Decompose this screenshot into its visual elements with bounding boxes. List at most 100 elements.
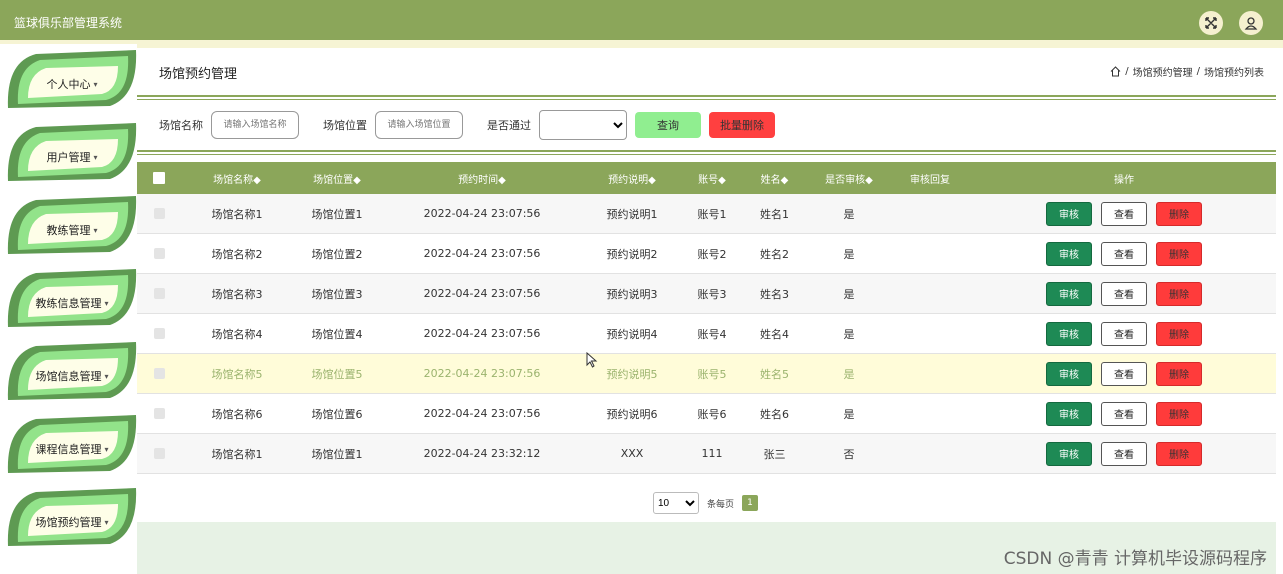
cell-account: 账号3 (697, 287, 727, 301)
cell-time: 2022-04-24 23:07:56 (423, 207, 541, 220)
name-search-input[interactable] (211, 111, 299, 139)
sidebar-item[interactable]: 个人中心 ▾ (6, 48, 137, 112)
cell-approved: 是 (843, 247, 855, 261)
view-button[interactable]: 查看 (1101, 361, 1147, 386)
row-checkbox[interactable] (153, 448, 165, 459)
sidebar-item[interactable]: 教练管理 ▾ (6, 194, 137, 258)
reservation-table: 场馆名称◆ 场馆位置◆ 预约时间◆ 预约说明◆ 账号◆ 姓名◆ 是否审核◆ 审核回复 操作 场馆… (137, 162, 1276, 474)
table-header: 场馆名称◆ 场馆位置◆ 预约时间◆ 预约说明◆ 账号◆ 姓名◆ 是否审核◆ 审核回复 操作 (137, 162, 1276, 194)
cell-reply (900, 354, 960, 393)
checkbox-cell (147, 234, 171, 273)
audit-button[interactable]: 审核 (1046, 401, 1092, 426)
cell-approved: 是 (843, 367, 855, 381)
view-button[interactable]: 查看 (1101, 441, 1147, 466)
view-button[interactable]: 查看 (1101, 241, 1147, 266)
select-all-checkbox[interactable] (153, 172, 165, 184)
delete-button[interactable]: 删除 (1156, 281, 1202, 306)
table-row[interactable]: 场馆名称4 场馆位置4 2022-04-24 23:07:56 预约说明4 账号4 姓名4… (137, 314, 1276, 354)
cell-name: 场馆名称3 (211, 287, 263, 301)
cell-time: 2022-04-24 23:32:12 (423, 447, 541, 460)
query-button[interactable]: 查询 (635, 112, 701, 138)
header-checkbox-cell (147, 162, 171, 194)
cell-location: 场馆位置3 (311, 287, 363, 301)
per-page-label: 条每页 (707, 499, 735, 510)
sidebar-item[interactable]: 课程信息管理 ▾ (6, 413, 137, 477)
home-icon[interactable] (1110, 66, 1121, 77)
cell-reply (900, 274, 960, 313)
column-header[interactable]: 场馆位置◆ (297, 162, 377, 194)
cell-location: 场馆位置5 (311, 367, 363, 381)
sidebar-item-label: 用户管理 ▾ (46, 151, 98, 164)
delete-button[interactable]: 删除 (1156, 361, 1202, 386)
column-header[interactable]: 姓名◆ (752, 162, 797, 194)
top-bar: 篮球俱乐部管理系统 (0, 0, 1283, 44)
view-button[interactable]: 查看 (1101, 321, 1147, 346)
table-row[interactable]: 场馆名称1 场馆位置1 2022-04-24 23:07:56 预约说明1 账号1 姓名1… (137, 194, 1276, 234)
fullscreen-button[interactable] (1199, 11, 1223, 35)
cell-name: 场馆名称5 (211, 367, 263, 381)
chevron-down-icon: ▾ (104, 298, 109, 308)
column-header[interactable]: 预约说明◆ (597, 162, 667, 194)
sidebar-item-label: 场馆信息管理 ▾ (35, 370, 109, 383)
row-checkbox[interactable] (153, 368, 165, 379)
breadcrumb-level1[interactable]: 场馆预约管理 (1133, 64, 1193, 79)
cell-account: 账号1 (697, 207, 727, 221)
column-header[interactable]: 预约时间◆ (417, 162, 547, 194)
approved-select[interactable] (539, 110, 627, 140)
delete-button[interactable]: 删除 (1156, 401, 1202, 426)
sidebar-item[interactable]: 用户管理 ▾ (6, 121, 137, 185)
user-button[interactable] (1239, 11, 1263, 35)
column-header[interactable]: 是否审核◆ (820, 162, 878, 194)
delete-button[interactable]: 删除 (1156, 441, 1202, 466)
view-button[interactable]: 查看 (1101, 201, 1147, 226)
row-checkbox[interactable] (153, 408, 165, 419)
delete-button[interactable]: 删除 (1156, 241, 1202, 266)
sidebar-item[interactable]: 场馆信息管理 ▾ (6, 340, 137, 404)
cell-account: 111 (701, 447, 723, 460)
cell-location: 场馆位置1 (311, 447, 363, 461)
table-row[interactable]: 场馆名称2 场馆位置2 2022-04-24 23:07:56 预约说明2 账号2 姓名2… (137, 234, 1276, 274)
column-header[interactable]: 审核回复 (900, 162, 960, 194)
view-button[interactable]: 查看 (1101, 281, 1147, 306)
row-checkbox[interactable] (153, 328, 165, 339)
cell-person: 张三 (763, 447, 786, 461)
column-header[interactable]: 操作 (1042, 162, 1206, 194)
cell-account: 账号4 (697, 327, 727, 341)
column-header[interactable]: 场馆名称◆ (197, 162, 277, 194)
table-body: 场馆名称1 场馆位置1 2022-04-24 23:07:56 预约说明1 账号1 姓名1… (137, 194, 1276, 474)
batch-delete-button[interactable]: 批量删除 (709, 112, 775, 138)
approved-label: 是否通过 (487, 119, 531, 132)
page-size-select[interactable]: 10 (653, 492, 699, 514)
sidebar-item[interactable]: 教练信息管理 ▾ (6, 267, 137, 331)
cell-reply (900, 434, 960, 473)
view-button[interactable]: 查看 (1101, 401, 1147, 426)
row-checkbox[interactable] (153, 248, 165, 259)
audit-button[interactable]: 审核 (1046, 241, 1092, 266)
cell-name: 场馆名称2 (211, 247, 263, 261)
page-number[interactable]: 1 (742, 495, 759, 511)
row-checkbox[interactable] (153, 208, 165, 219)
sidebar-item-label: 课程信息管理 ▾ (35, 443, 109, 456)
delete-button[interactable]: 删除 (1156, 321, 1202, 346)
audit-button[interactable]: 审核 (1046, 441, 1092, 466)
table-row[interactable]: 场馆名称5 场馆位置5 2022-04-24 23:07:56 预约说明5 账号5 姓名5… (137, 354, 1276, 394)
cell-name: 场馆名称1 (211, 207, 263, 221)
table-row[interactable]: 场馆名称6 场馆位置6 2022-04-24 23:07:56 预约说明6 账号6 姓名6… (137, 394, 1276, 434)
delete-button[interactable]: 删除 (1156, 201, 1202, 226)
audit-button[interactable]: 审核 (1046, 361, 1092, 386)
table-row[interactable]: 场馆名称1 场馆位置1 2022-04-24 23:32:12 XXX 111 张三 否 审核… (137, 434, 1276, 474)
location-label: 场馆位置 (323, 119, 367, 132)
column-header[interactable]: 账号◆ (692, 162, 732, 194)
audit-button[interactable]: 审核 (1046, 321, 1092, 346)
row-checkbox[interactable] (153, 288, 165, 299)
cell-name: 场馆名称1 (211, 447, 263, 461)
table-row[interactable]: 场馆名称3 场馆位置3 2022-04-24 23:07:56 预约说明3 账号3 姓名3… (137, 274, 1276, 314)
audit-button[interactable]: 审核 (1046, 281, 1092, 306)
breadcrumb-level2: 场馆预约列表 (1204, 68, 1264, 79)
location-search-input[interactable] (375, 111, 463, 139)
cell-time: 2022-04-24 23:07:56 (423, 367, 541, 380)
sidebar-item[interactable]: 场馆预约管理 ▾ (6, 486, 137, 550)
cell-reply (900, 234, 960, 273)
audit-button[interactable]: 审核 (1046, 201, 1092, 226)
breadcrumb-sep: / (1125, 66, 1129, 77)
